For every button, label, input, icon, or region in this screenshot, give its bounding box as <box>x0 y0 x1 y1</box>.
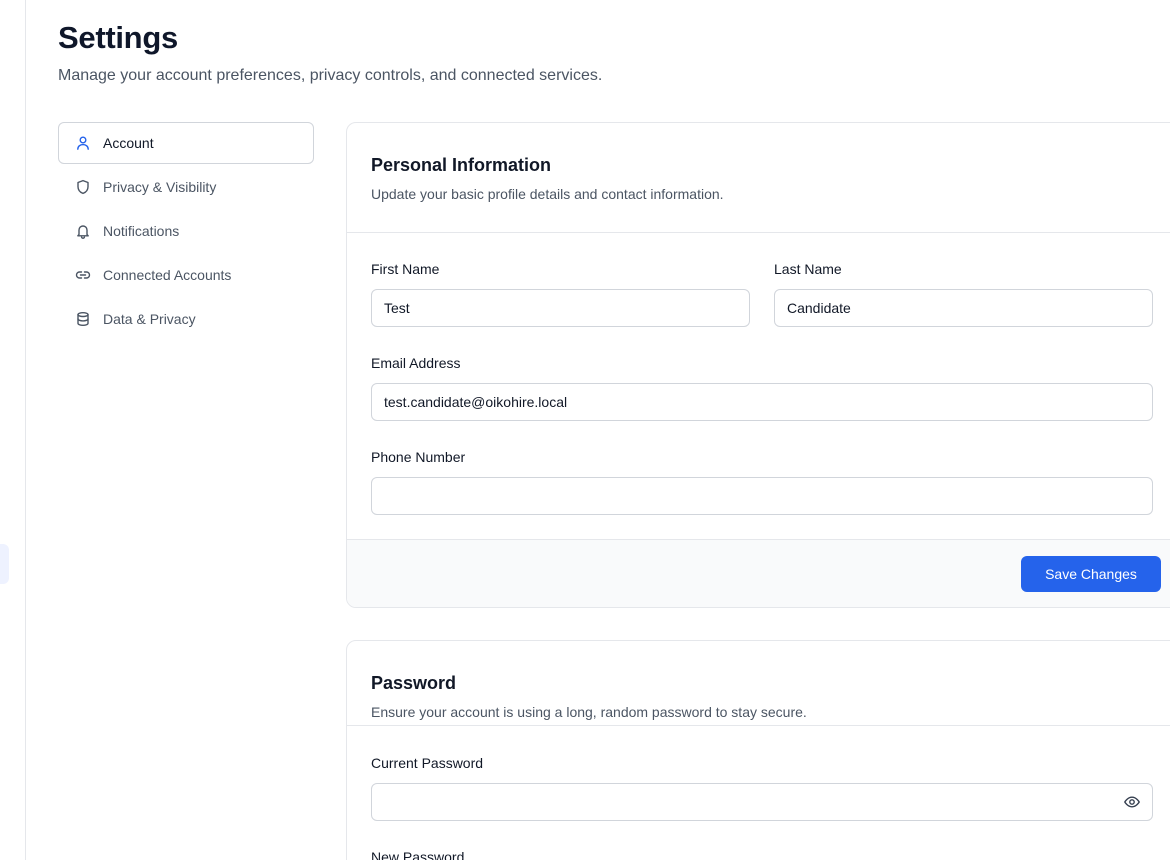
card-title: Password <box>371 673 457 693</box>
rail-active-indicator <box>0 544 9 584</box>
settings-nav: Account Privacy & Visibility Notificatio… <box>58 122 314 342</box>
card-description: Update your basic profile details and co… <box>371 186 724 202</box>
password-card: Password Ensure your account is using a … <box>346 640 1170 860</box>
save-changes-button[interactable]: Save Changes <box>1021 556 1161 592</box>
last-name-label: Last Name <box>774 261 842 277</box>
nav-item-label: Data & Privacy <box>103 311 196 327</box>
current-password-label: Current Password <box>371 755 484 771</box>
nav-item-label: Connected Accounts <box>103 267 232 283</box>
nav-item-connected-accounts[interactable]: Connected Accounts <box>58 254 314 296</box>
card-title: Personal Information <box>371 155 552 175</box>
nav-item-label: Account <box>103 135 154 151</box>
phone-label: Phone Number <box>371 449 466 465</box>
nav-item-data-privacy[interactable]: Data & Privacy <box>58 298 314 340</box>
card-divider <box>347 725 1170 726</box>
left-rail <box>0 0 26 860</box>
card-footer: Save Changes <box>347 539 1170 607</box>
nav-item-label: Privacy & Visibility <box>103 179 217 195</box>
first-name-input[interactable] <box>371 289 750 327</box>
current-password-input[interactable] <box>371 783 1153 821</box>
page-title: Settings <box>58 20 178 55</box>
personal-information-card: Personal Information Update your basic p… <box>346 122 1170 608</box>
database-icon <box>75 311 91 327</box>
card-description: Ensure your account is using a long, ran… <box>371 704 807 720</box>
email-input[interactable] <box>371 383 1153 421</box>
user-icon <box>75 135 91 151</box>
first-name-label: First Name <box>371 261 440 277</box>
phone-input[interactable] <box>371 477 1153 515</box>
bell-icon <box>75 223 91 239</box>
shield-icon <box>75 179 91 195</box>
nav-item-notifications[interactable]: Notifications <box>58 210 314 252</box>
card-divider <box>347 232 1170 233</box>
email-label: Email Address <box>371 355 461 371</box>
link-icon <box>75 267 91 283</box>
nav-item-privacy-visibility[interactable]: Privacy & Visibility <box>58 166 314 208</box>
nav-item-label: Notifications <box>103 223 180 239</box>
eye-icon[interactable] <box>1123 793 1141 811</box>
last-name-input[interactable] <box>774 289 1153 327</box>
page-subtitle: Manage your account preferences, privacy… <box>58 67 603 84</box>
nav-item-account[interactable]: Account <box>58 122 314 164</box>
new-password-label: New Password <box>371 849 465 860</box>
